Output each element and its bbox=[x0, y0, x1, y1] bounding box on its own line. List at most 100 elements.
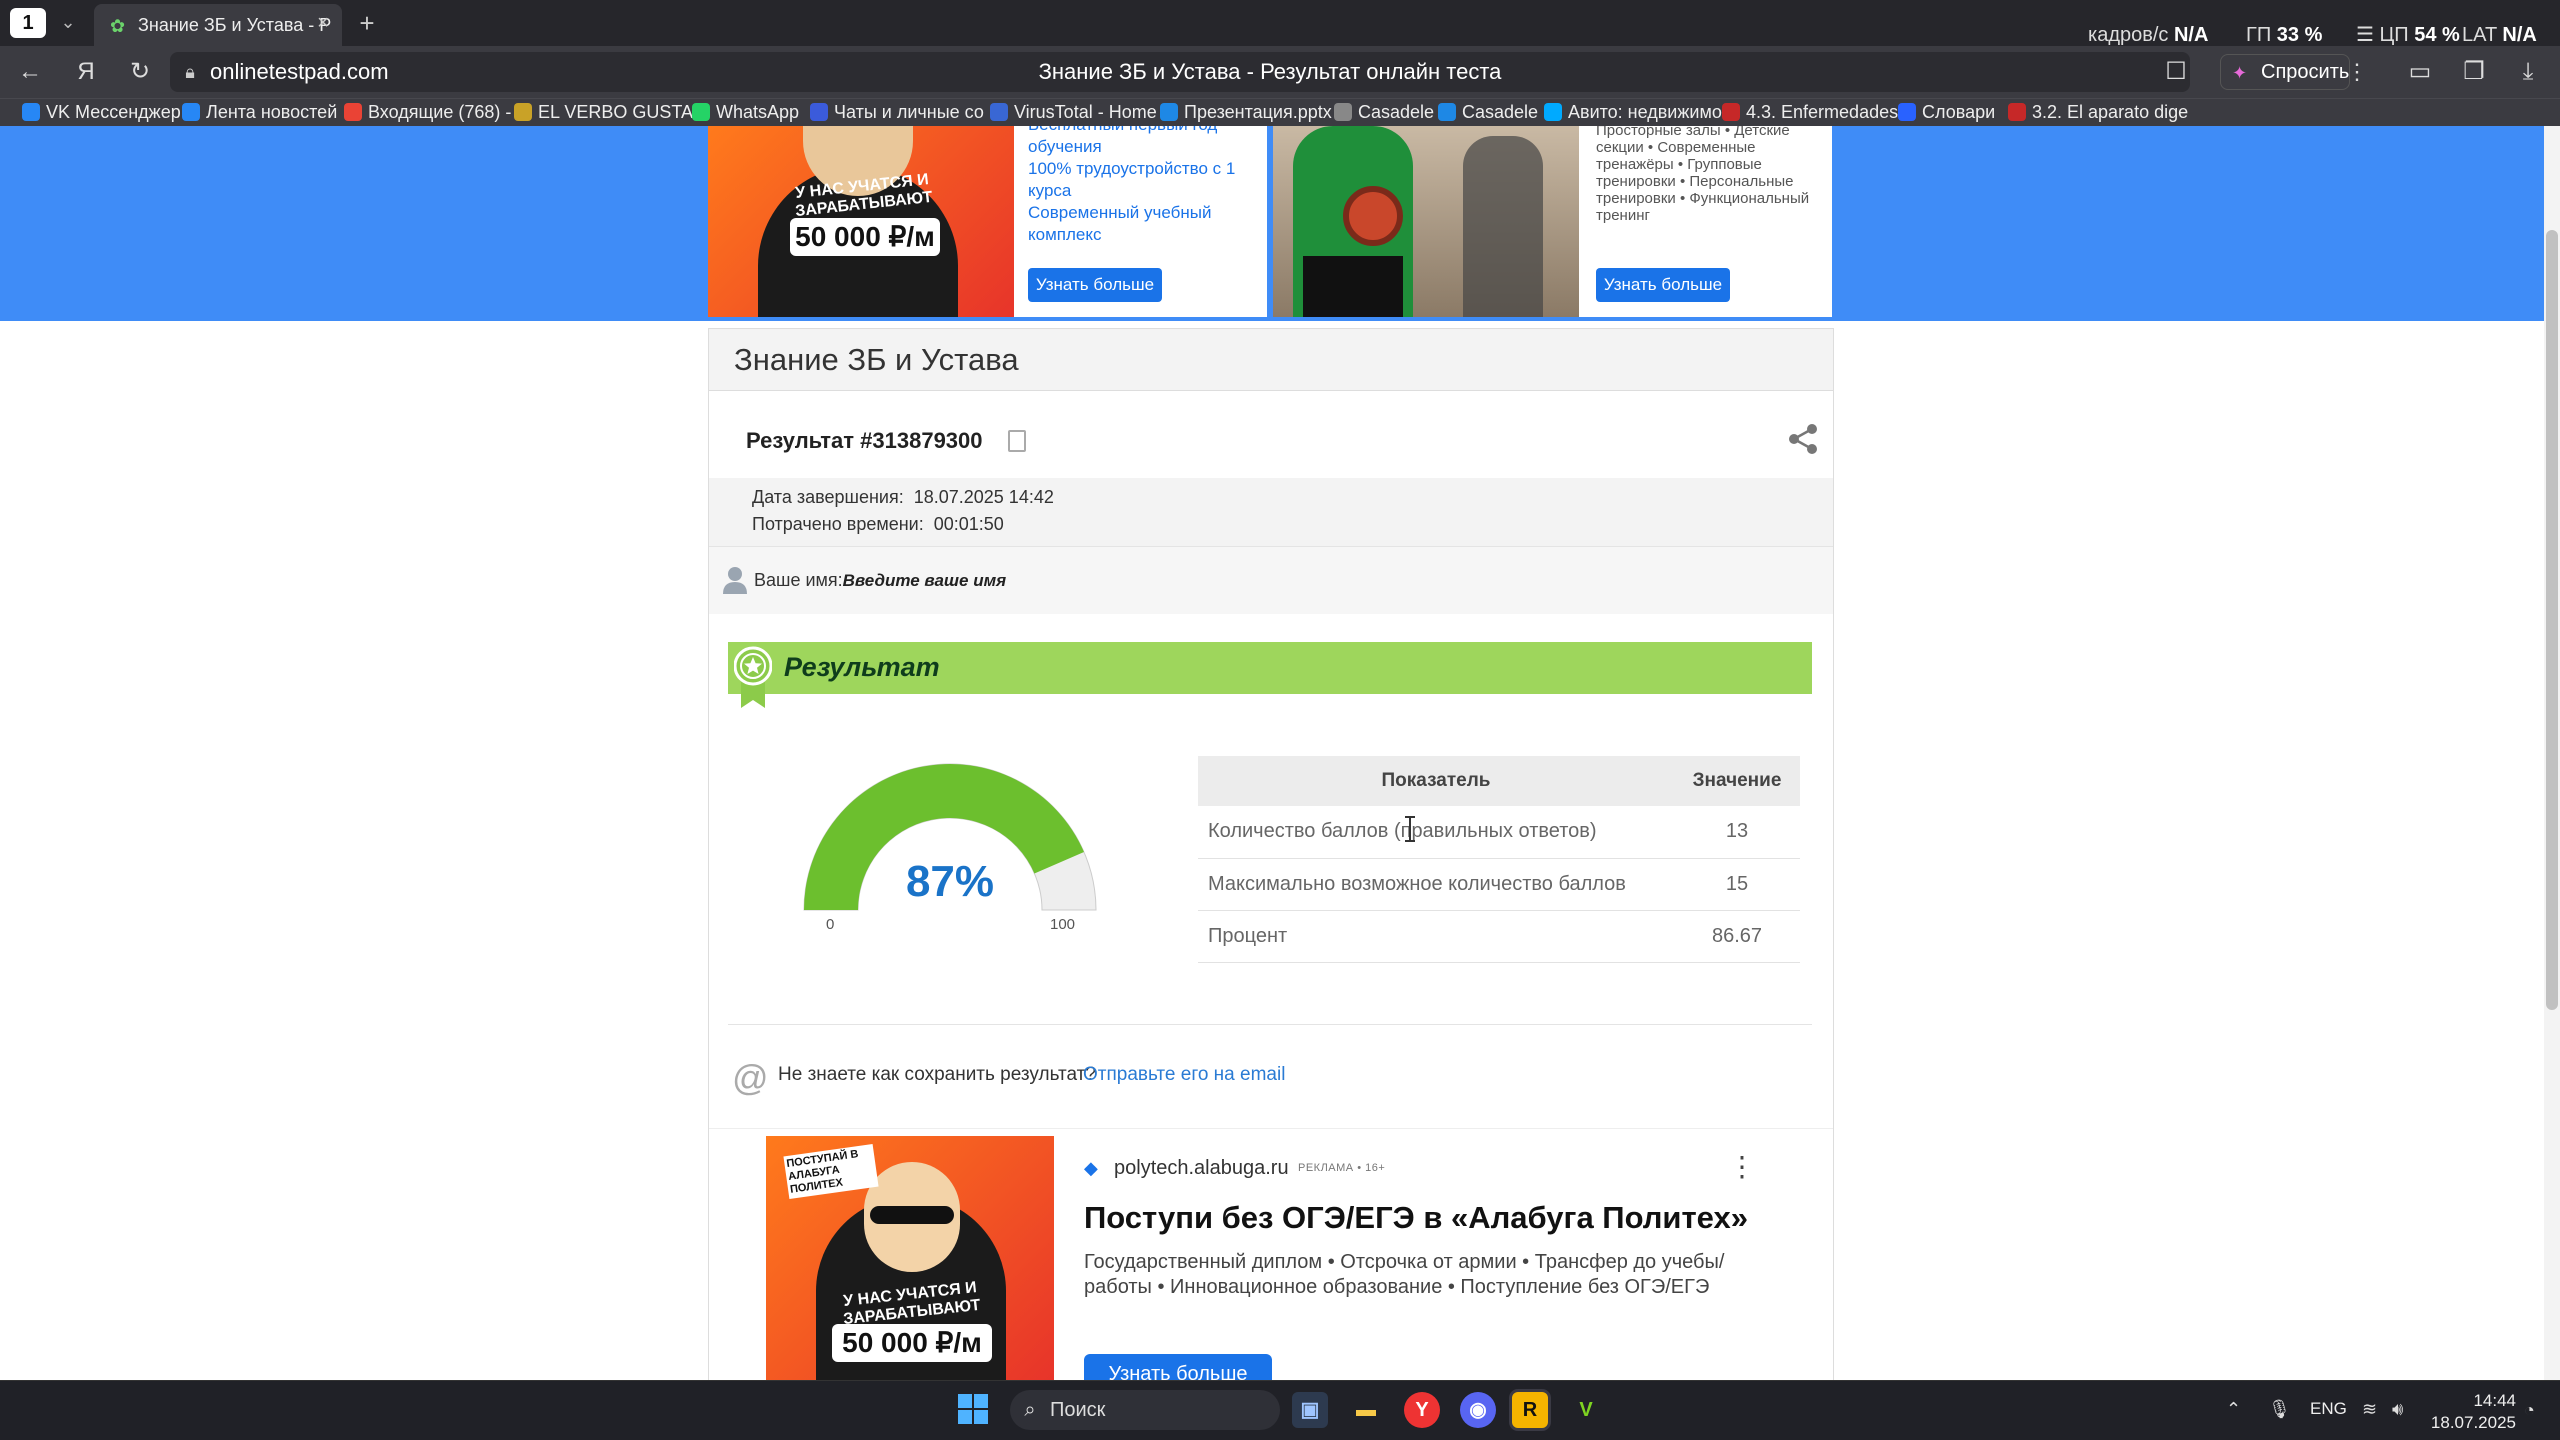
ad-image-polytech[interactable]: ПОСТУПАЙ В АЛАБУГА ПОЛИТЕХ У НАС УЧАТСЯ … bbox=[766, 1136, 1054, 1380]
ad-image-amount: 50 000 ₽/м bbox=[790, 218, 940, 256]
taskbar bbox=[0, 1380, 2560, 1440]
ad-domain[interactable]: polytech.alabuga.ru bbox=[1114, 1156, 1289, 1180]
yandex-logo-icon[interactable]: Я bbox=[70, 56, 102, 88]
volume-icon[interactable]: 🔊︎ bbox=[2392, 1396, 2403, 1422]
more-vertical-icon[interactable]: ⋮ bbox=[2346, 56, 2368, 88]
share-icon[interactable] bbox=[1786, 422, 1820, 456]
bookmark-favicon-icon bbox=[1160, 103, 1178, 121]
bookmark-item[interactable]: 4.3. Enfermedades bbox=[1746, 100, 1910, 124]
ad-banner-background bbox=[0, 126, 2544, 321]
bookmark-item[interactable]: Чаты и личные со bbox=[834, 100, 1004, 124]
tab-list-chevron-icon[interactable]: ⌄ bbox=[56, 10, 80, 34]
results-table: Показатель Значение Количество баллов (п… bbox=[1198, 756, 1800, 963]
windows-start-icon[interactable] bbox=[958, 1394, 988, 1424]
bookmark-favicon-icon bbox=[692, 103, 710, 121]
polytech-logo-icon: ◆ bbox=[1084, 1158, 1098, 1178]
ad-more-icon[interactable]: ⋮ bbox=[1728, 1152, 1756, 1182]
new-tab-plus-icon[interactable]: + bbox=[352, 8, 382, 38]
bookmark-favicon-icon bbox=[344, 103, 362, 121]
bookmark-favicon-icon bbox=[1898, 103, 1916, 121]
text-cursor-icon bbox=[1405, 816, 1415, 842]
bookmark-item[interactable]: WhatsApp bbox=[716, 100, 816, 124]
ad-left-learn-more-button[interactable]: Узнать больше bbox=[1028, 268, 1162, 302]
bookmark-item[interactable]: Входящие (768) - bbox=[368, 100, 526, 124]
ad-title[interactable]: Поступи без ОГЭ/ЕГЭ в «Алабуга Политех» bbox=[1084, 1198, 1748, 1238]
gauge-min-label: 0 bbox=[826, 916, 835, 933]
task-view-icon[interactable]: ▣ bbox=[1292, 1392, 1328, 1428]
save-question: Не знаете как сохранить результат? bbox=[778, 1064, 1096, 1085]
back-arrow-icon[interactable]: ← bbox=[14, 56, 46, 88]
bookmark-favicon-icon bbox=[2008, 103, 2026, 121]
bookmark-item[interactable]: EL VERBO GUSTA bbox=[538, 100, 700, 124]
file-explorer-icon[interactable]: ▬ bbox=[1348, 1392, 1384, 1428]
stat-latency: LAT N/A bbox=[2462, 24, 2537, 46]
name-field[interactable]: Ваше имя:Введите ваше имя bbox=[754, 568, 1006, 593]
search-placeholder[interactable]: Поиск bbox=[1050, 1398, 1105, 1422]
finish-date-value: 18.07.2025 14:42 bbox=[913, 487, 1054, 507]
bookmark-item[interactable]: Авито: недвижимо bbox=[1568, 100, 1730, 124]
bookmark-item[interactable]: Словари bbox=[1922, 100, 2020, 124]
table-row: Максимально возможное количество баллов … bbox=[1198, 858, 1800, 911]
ad-description: Государственный диплом • Отсрочка от арм… bbox=[1084, 1251, 1725, 1298]
copy-icon[interactable] bbox=[1008, 430, 1026, 452]
search-icon: ⌕ bbox=[1024, 1399, 1036, 1421]
ad-image-student[interactable]: У НАС УЧАТСЯ И ЗАРАБАТЫВАЮТ 50 000 ₽/м bbox=[708, 126, 1014, 317]
download-icon[interactable]: ⤓ bbox=[2512, 56, 2544, 88]
url-text[interactable]: onlinetestpad.com bbox=[210, 58, 389, 86]
ad-right-text[interactable]: Просторные залы • Детские секции • Совре… bbox=[1596, 122, 1826, 224]
divider bbox=[709, 1128, 1833, 1129]
row-label: Процент bbox=[1198, 910, 1674, 963]
bookmark-favicon-icon bbox=[810, 103, 828, 121]
cast-icon[interactable]: ▭ bbox=[2404, 56, 2436, 88]
row-label: Количество баллов (правильных ответов) bbox=[1198, 806, 1674, 859]
ad-image-amount: 50 000 ₽/м bbox=[832, 1324, 992, 1362]
tab-counter[interactable]: 1 bbox=[10, 8, 46, 38]
time-spent-value: 00:01:50 bbox=[933, 514, 1004, 534]
clock-date[interactable]: 18.07.2025 bbox=[2416, 1412, 2516, 1434]
active-tab[interactable]: Знание ЗБ и Устава - Р bbox=[94, 4, 342, 46]
bookmark-favicon-icon bbox=[514, 103, 532, 121]
language-indicator[interactable]: ENG bbox=[2310, 1398, 2347, 1420]
send-email-link[interactable]: Отправьте его на email bbox=[1083, 1062, 1285, 1088]
bookmark-item[interactable]: Презентация.pptx bbox=[1184, 100, 1344, 124]
ad-image-gym[interactable] bbox=[1273, 126, 1579, 317]
gauge-max-label: 100 bbox=[1050, 916, 1076, 933]
reload-icon[interactable]: ↻ bbox=[124, 56, 156, 88]
microphone-icon[interactable]: 🎙︎ bbox=[2268, 1396, 2291, 1422]
result-number: Результат #313879300 bbox=[746, 428, 983, 453]
ai-sparkle-icon: ✦ bbox=[2232, 63, 2248, 83]
bookmark-item[interactable]: Лента новостей bbox=[206, 100, 356, 124]
app-v-icon[interactable]: V bbox=[1568, 1392, 1604, 1428]
bookmark-icon[interactable]: ☐ bbox=[2160, 56, 2192, 88]
bookmark-item[interactable]: Casadele bbox=[1462, 100, 1554, 124]
collections-icon[interactable]: ❐ bbox=[2458, 56, 2490, 88]
stat-gpu: ГП 33 % bbox=[2246, 24, 2323, 46]
tab-close-icon[interactable]: × bbox=[312, 12, 334, 34]
ad-right-learn-more-button[interactable]: Узнать больше bbox=[1596, 268, 1730, 302]
ad-left-text[interactable]: Бесплатный первый год обучения 100% труд… bbox=[1028, 114, 1258, 246]
header-indicator: Показатель bbox=[1198, 756, 1674, 806]
discord-icon[interactable]: ◉ bbox=[1460, 1392, 1496, 1428]
bookmark-item[interactable]: 3.2. El aparato dige bbox=[2032, 100, 2192, 124]
name-placeholder: Введите ваше имя bbox=[842, 571, 1007, 590]
clock-time[interactable]: 14:44 bbox=[2436, 1390, 2516, 1412]
table-row: Количество баллов (правильных ответов) 1… bbox=[1198, 806, 1800, 859]
lock-icon[interactable]: 🔒︎ bbox=[180, 60, 200, 84]
wifi-icon[interactable]: ≋ bbox=[2362, 1396, 2377, 1422]
bookmark-item[interactable]: VK Мессенджер bbox=[46, 100, 196, 124]
scrollbar-thumb[interactable] bbox=[2546, 230, 2558, 1010]
header-value: Значение bbox=[1674, 756, 1800, 806]
row-value: 15 bbox=[1674, 858, 1800, 911]
award-ribbon-icon bbox=[734, 646, 772, 708]
bookmark-favicon-icon bbox=[1544, 103, 1562, 121]
bookmark-item[interactable]: VirusTotal - Home bbox=[1014, 100, 1166, 124]
result-heading: Результат bbox=[784, 652, 940, 682]
rockstar-launcher-icon[interactable]: R bbox=[1512, 1392, 1548, 1428]
table-row: Процент 86.67 bbox=[1198, 910, 1800, 963]
page-title: Знание ЗБ и Устава - Результат онлайн те… bbox=[1038, 59, 1502, 84]
user-icon bbox=[723, 567, 747, 594]
bookmark-item[interactable]: Casadele bbox=[1358, 100, 1448, 124]
tray-chevron-icon[interactable]: ⌃ bbox=[2226, 1396, 2241, 1422]
notifications-icon[interactable]: ◔ bbox=[2524, 1398, 2548, 1422]
yandex-browser-icon[interactable]: Y bbox=[1404, 1392, 1440, 1428]
